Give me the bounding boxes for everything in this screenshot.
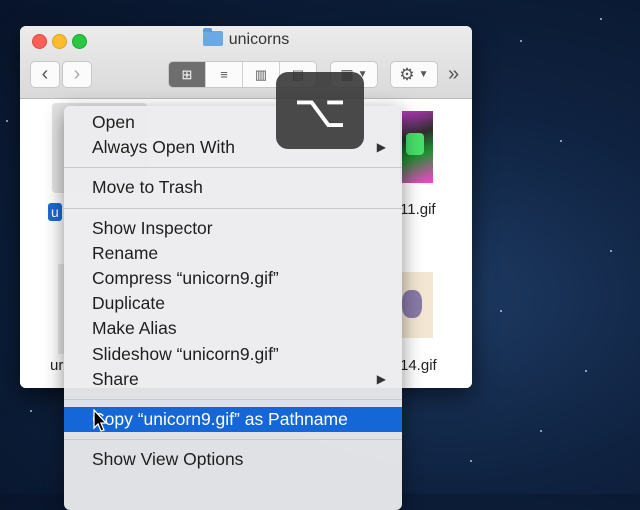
column-view-button[interactable]: ▥ — [243, 62, 280, 87]
menu-separator — [64, 398, 402, 400]
file-thumbnail-unicorn14[interactable] — [400, 272, 433, 338]
star — [470, 460, 472, 462]
chevron-down-icon: ▼ — [418, 69, 429, 80]
menu-separator — [64, 439, 402, 441]
file-thumbnail-unicorn11[interactable] — [400, 111, 433, 183]
window-titlebar: unicorns ‹ › ⊞ ≡ ▥ ▤ ▦▼ ⚙▼ » — [20, 26, 472, 99]
forward-button[interactable]: › — [62, 61, 92, 88]
folder-icon — [202, 28, 223, 46]
file-name-label[interactable]: ur — [50, 357, 63, 374]
window-title-text: unicorns — [228, 31, 290, 48]
menu-item-label: Copy “unicorn9.gif” as Pathname — [92, 408, 348, 429]
menu-item-duplicate[interactable]: Duplicate — [64, 291, 402, 316]
menu-separator — [64, 207, 402, 209]
menu-item-label: Make Alias — [92, 318, 177, 339]
menu-item-show-inspector[interactable]: Show Inspector — [64, 216, 402, 241]
star — [560, 140, 562, 142]
menu-item-label: Compress “unicorn9.gif” — [92, 267, 279, 288]
selected-file-label[interactable]: u — [48, 203, 62, 221]
menu-item-rename[interactable]: Rename — [64, 241, 402, 266]
menu-item-share[interactable]: Share ▶ — [64, 367, 402, 392]
menu-item-label: Move to Trash — [92, 177, 203, 198]
menu-item-label: Slideshow “unicorn9.gif” — [92, 343, 279, 364]
submenu-arrow-icon: ▶ — [376, 371, 386, 386]
toolbar-overflow-button[interactable]: » — [448, 63, 459, 86]
menu-item-compress[interactable]: Compress “unicorn9.gif” — [64, 266, 402, 291]
menu-item-label: Share — [92, 368, 139, 389]
menu-item-make-alias[interactable]: Make Alias — [64, 316, 402, 341]
star — [520, 40, 522, 42]
action-button[interactable]: ⚙ ▼ — [390, 61, 438, 88]
back-button[interactable]: ‹ — [30, 61, 60, 88]
star — [540, 430, 542, 432]
star — [585, 370, 587, 372]
file-name-label[interactable]: 11.gif — [400, 201, 436, 218]
menu-item-label: Show Inspector — [92, 217, 213, 238]
context-menu: Open Always Open With ▶ Move to Trash Sho… — [64, 106, 402, 510]
window-title: unicorns — [20, 28, 472, 49]
star — [500, 310, 502, 312]
list-view-button[interactable]: ≡ — [206, 62, 243, 87]
menu-item-label: Open — [92, 112, 135, 132]
option-key-icon: ⌥ — [293, 84, 347, 137]
file-name-label[interactable]: 14.gif — [400, 357, 437, 374]
menu-separator — [64, 167, 402, 169]
menu-item-show-view-options[interactable]: Show View Options — [64, 447, 402, 472]
icon-view-button[interactable]: ⊞ — [169, 62, 206, 87]
menu-item-copy-as-pathname[interactable]: Copy “unicorn9.gif” as Pathname — [64, 406, 402, 433]
star — [600, 18, 602, 20]
star — [610, 250, 612, 252]
menu-item-label: Show View Options — [92, 449, 244, 470]
star — [30, 410, 32, 412]
submenu-arrow-icon: ▶ — [376, 140, 386, 155]
option-key-overlay: ⌥ — [276, 72, 364, 149]
menu-item-move-to-trash[interactable]: Move to Trash — [64, 175, 402, 200]
menu-item-slideshow[interactable]: Slideshow “unicorn9.gif” — [64, 342, 402, 367]
menu-item-label: Rename — [92, 242, 159, 263]
star — [6, 120, 8, 122]
mouse-cursor-icon — [93, 409, 108, 432]
menu-item-label: Always Open With — [92, 137, 235, 158]
menu-item-label: Duplicate — [92, 293, 165, 314]
gear-icon: ⚙ — [399, 64, 415, 84]
